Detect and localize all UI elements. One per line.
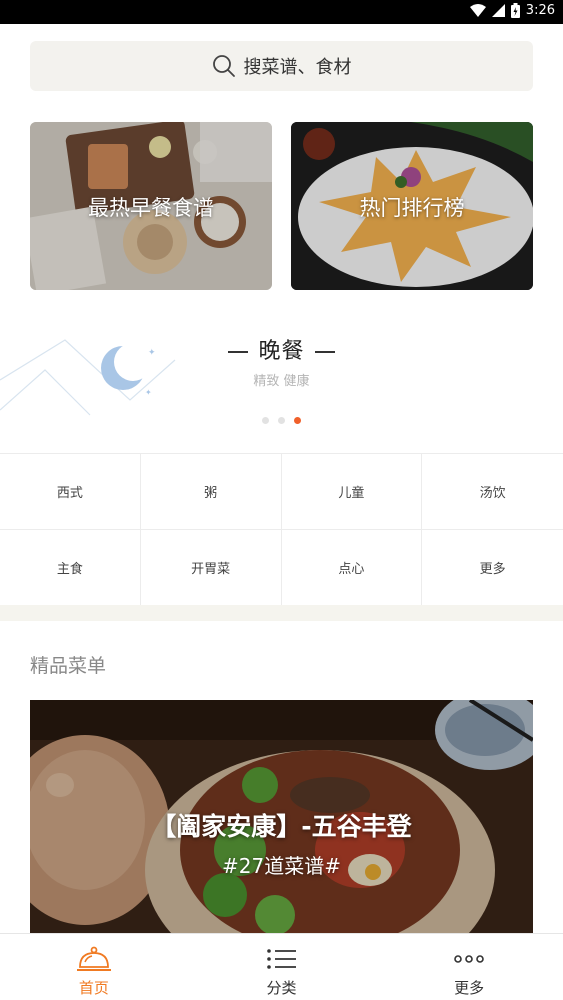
search-bar[interactable]: 搜菜谱、食材	[30, 41, 533, 91]
carousel-dot[interactable]	[278, 417, 285, 424]
breakfast-recipes-card[interactable]: 最热早餐食谱	[30, 122, 272, 290]
category-kids[interactable]: 儿童	[281, 454, 423, 530]
tab-category-label: 分类	[266, 979, 297, 997]
title-dash-left	[228, 351, 249, 353]
list-icon	[266, 945, 298, 973]
status-bar: 3:26	[0, 0, 563, 24]
category-soups-drinks[interactable]: 汤饮	[422, 454, 563, 530]
tab-home-label: 首页	[78, 979, 109, 997]
category-porridge[interactable]: 粥	[140, 454, 282, 530]
section-divider	[0, 605, 563, 621]
search-placeholder: 搜菜谱、食材	[243, 57, 352, 78]
more-dots-icon	[453, 945, 485, 973]
meal-title: 晚餐	[0, 333, 563, 365]
meal-carousel[interactable]: ✦ ✦ 晚餐 精致 健康	[0, 300, 563, 450]
bottom-tab-bar: 首页 分类 更多	[0, 933, 563, 1000]
svg-text:✦: ✦	[145, 388, 152, 397]
status-time: 3:26	[525, 3, 555, 18]
title-dash-right	[314, 351, 335, 353]
carousel-dot[interactable]	[262, 417, 269, 424]
featured-menu-subtitle: #27道菜谱#	[222, 854, 341, 878]
category-dessert[interactable]: 点心	[281, 530, 423, 606]
tab-category[interactable]: 分类	[188, 934, 376, 1000]
breakfast-card-label: 最热早餐食谱	[88, 196, 214, 220]
search-icon	[212, 54, 236, 78]
carousel-indicator	[0, 417, 563, 424]
tab-more[interactable]: 更多	[375, 934, 563, 1000]
carousel-dot-active[interactable]	[294, 417, 301, 424]
tab-more-label: 更多	[454, 979, 485, 997]
signal-icon	[491, 4, 505, 17]
meal-subtitle: 精致 健康	[253, 374, 310, 389]
category-grid: 西式 粥 儿童 汤饮 主食 开胃菜 点心 更多	[0, 453, 563, 606]
wifi-icon	[469, 4, 486, 17]
category-more[interactable]: 更多	[422, 530, 563, 606]
tab-home[interactable]: 首页	[0, 934, 188, 1000]
section-title: 精品菜单	[30, 655, 107, 677]
category-staple[interactable]: 主食	[0, 530, 141, 606]
featured-menu-banner[interactable]: 【阖家安康】-五谷丰登 #27道菜谱#	[30, 700, 533, 933]
category-appetizer[interactable]: 开胃菜	[140, 530, 282, 606]
home-cloche-icon	[76, 945, 112, 973]
featured-menu-title: 【阖家安康】-五谷丰登	[151, 812, 412, 841]
category-western[interactable]: 西式	[0, 454, 141, 530]
ranking-card-label: 热门排行榜	[359, 196, 465, 220]
meal-title-text: 晚餐	[258, 339, 305, 364]
battery-icon	[510, 3, 520, 18]
ranking-card[interactable]: 热门排行榜	[291, 122, 533, 290]
